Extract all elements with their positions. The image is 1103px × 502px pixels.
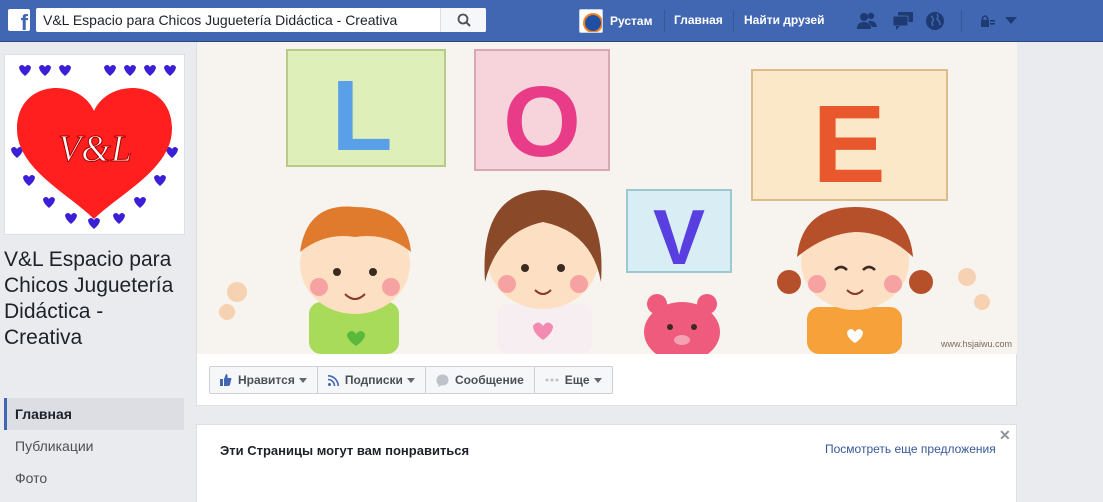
like-button[interactable]: Нравится bbox=[210, 367, 318, 393]
friend-requests-icon[interactable] bbox=[856, 11, 878, 31]
page-header-card: L O V E www.hsjaiwu.com Нравится Подписк… bbox=[196, 42, 1017, 406]
divider bbox=[961, 10, 962, 32]
close-icon[interactable]: ✕ bbox=[999, 427, 1011, 444]
divider bbox=[733, 10, 734, 32]
message-button-label: Сообщение bbox=[454, 373, 524, 387]
thumbs-up-icon bbox=[220, 374, 232, 386]
privacy-lock-icon[interactable] bbox=[980, 14, 996, 28]
left-nav-item-home[interactable]: Главная bbox=[4, 398, 184, 430]
message-icon bbox=[436, 374, 449, 387]
find-friends-link[interactable]: Найти друзей bbox=[744, 13, 824, 27]
like-button-label: Нравится bbox=[238, 373, 295, 387]
chevron-down-icon bbox=[298, 377, 307, 383]
account-menu-chevron-down-icon[interactable] bbox=[1005, 17, 1017, 25]
page-action-buttons: Нравится Подписки Сообщение Еще bbox=[209, 366, 613, 394]
cover-child-boy bbox=[300, 206, 411, 354]
cover-watermark: www.hsjaiwu.com bbox=[940, 339, 1012, 349]
cover-letter-o: O bbox=[503, 66, 581, 178]
more-icon bbox=[545, 378, 559, 382]
top-navigation-bar: f V&L Espacio para Chicos Juguetería Did… bbox=[0, 0, 1103, 42]
suggested-pages-title: Эти Страницы могут вам понравиться bbox=[220, 443, 470, 458]
message-button[interactable]: Сообщение bbox=[426, 367, 535, 393]
facebook-logo-icon[interactable]: f bbox=[8, 9, 30, 31]
more-button-label: Еще bbox=[564, 373, 590, 387]
user-name: Рустам bbox=[610, 14, 653, 28]
cover-letter-v: V bbox=[653, 193, 705, 281]
left-nav-item-photos[interactable]: Фото bbox=[4, 462, 184, 494]
home-link[interactable]: Главная bbox=[674, 13, 723, 27]
messages-icon[interactable] bbox=[892, 11, 914, 31]
cover-letter-l: L bbox=[331, 60, 392, 172]
search-input[interactable]: V&L Espacio para Chicos Juguetería Didác… bbox=[43, 12, 397, 28]
cover-teddy-bear bbox=[644, 294, 720, 354]
cover-child-girl bbox=[484, 190, 602, 354]
rss-icon bbox=[327, 374, 339, 386]
search-button[interactable] bbox=[440, 8, 486, 32]
more-button[interactable]: Еще bbox=[535, 367, 612, 393]
cover-illustration: L O V E www.hsjaiwu.com bbox=[197, 42, 1017, 354]
chevron-down-icon bbox=[406, 377, 415, 383]
search-box[interactable]: V&L Espacio para Chicos Juguetería Didác… bbox=[36, 8, 486, 32]
chevron-down-icon bbox=[593, 377, 602, 383]
page-title[interactable]: V&L Espacio para Chicos Juguetería Didác… bbox=[4, 247, 184, 351]
profile-link[interactable]: Рустам bbox=[579, 8, 652, 34]
search-icon bbox=[457, 13, 471, 27]
cover-photo[interactable]: L O V E www.hsjaiwu.com bbox=[197, 42, 1017, 354]
page-profile-picture[interactable]: V&L bbox=[4, 54, 185, 235]
page-logo-heart-icon: V&L bbox=[9, 59, 180, 230]
page-left-navigation: Главная Публикации Фото bbox=[4, 398, 184, 494]
logo-text: V&L bbox=[58, 128, 132, 170]
see-more-suggestions-link[interactable]: Посмотреть еще предложения bbox=[825, 442, 996, 456]
follow-button[interactable]: Подписки bbox=[318, 367, 426, 393]
avatar bbox=[579, 9, 603, 33]
divider bbox=[664, 10, 665, 32]
left-nav-item-posts[interactable]: Публикации bbox=[4, 430, 184, 462]
notifications-globe-icon[interactable] bbox=[925, 11, 945, 31]
cover-letter-e: E bbox=[812, 83, 885, 206]
logo-letter: f bbox=[20, 10, 28, 32]
follow-button-label: Подписки bbox=[344, 373, 403, 387]
suggested-pages-card: Эти Страницы могут вам понравиться Посмо… bbox=[196, 424, 1017, 502]
